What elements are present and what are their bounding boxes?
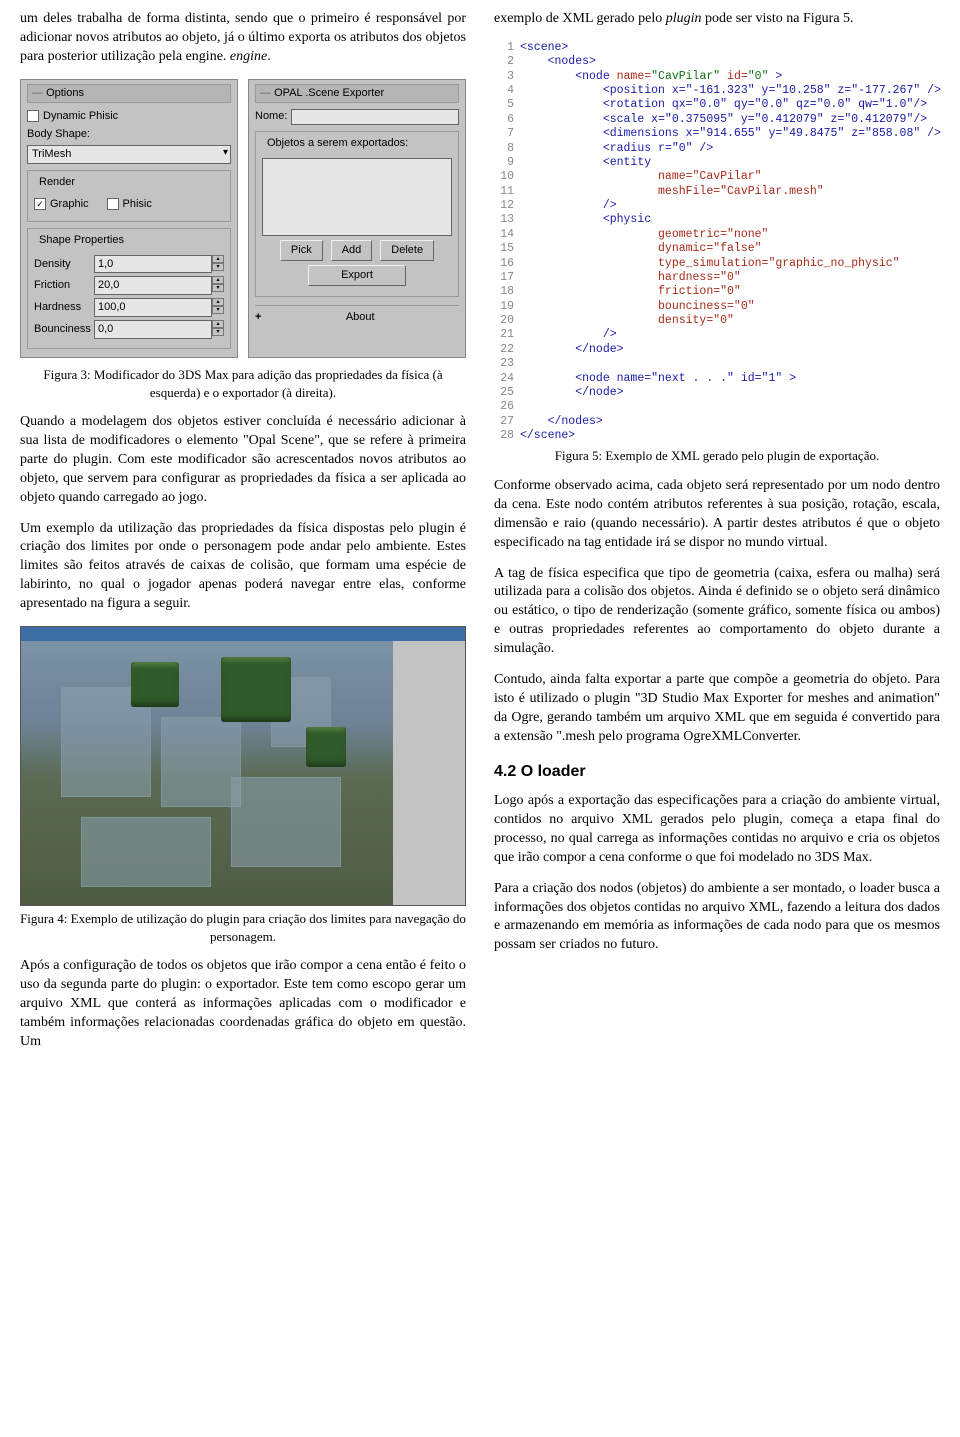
nome-label: Nome: bbox=[255, 109, 287, 124]
xml-listing: 1<scene> 2 <nodes> 3 <node name="CavPila… bbox=[494, 41, 940, 444]
fig3-caption: Figura 3: Modificador do 3DS Max para ad… bbox=[20, 366, 466, 401]
about-label: About bbox=[346, 311, 375, 323]
friction-up[interactable]: ▴ bbox=[212, 276, 224, 284]
para-loader2: Para a criação dos nodos (objetos) do am… bbox=[494, 880, 940, 956]
render-group-title: Render bbox=[36, 175, 78, 190]
para-geometria: Contudo, ainda falta exportar a parte qu… bbox=[494, 671, 940, 747]
para-intro: um deles trabalha de forma distinta, sen… bbox=[20, 10, 466, 67]
shapeprops-title: Shape Properties bbox=[36, 233, 127, 248]
friction-input[interactable]: 20,0 bbox=[94, 276, 212, 295]
pick-button[interactable]: Pick bbox=[280, 240, 323, 261]
options-panel: Options Dynamic Phisic Body Shape: TriMe… bbox=[20, 79, 238, 358]
expand-icon[interactable]: + bbox=[255, 310, 261, 325]
density-up[interactable]: ▴ bbox=[212, 255, 224, 263]
options-title: Options bbox=[27, 84, 231, 103]
objetos-label: Objetos a serem exportados: bbox=[264, 136, 411, 151]
bounciness-down[interactable]: ▾ bbox=[212, 328, 224, 336]
graphic-checkbox[interactable]: ✓ bbox=[34, 198, 46, 210]
fig3-panels: Options Dynamic Phisic Body Shape: TriMe… bbox=[20, 79, 466, 358]
friction-down[interactable]: ▾ bbox=[212, 284, 224, 292]
graphic-label: Graphic bbox=[50, 197, 89, 212]
density-label: Density bbox=[34, 257, 90, 272]
hardness-label: Hardness bbox=[34, 300, 90, 315]
fig4-caption: Figura 4: Exemplo de utilização do plugi… bbox=[20, 910, 466, 945]
para-config: Após a configuração de todos os objetos … bbox=[20, 957, 466, 1051]
dynamic-phisic-label: Dynamic Phisic bbox=[43, 109, 118, 124]
export-listbox[interactable] bbox=[262, 158, 452, 236]
bodyshape-label: Body Shape: bbox=[27, 127, 231, 142]
heading-loader: 4.2 O loader bbox=[494, 761, 940, 783]
para-loader1: Logo após a exportação das especificaçõe… bbox=[494, 792, 940, 868]
bounciness-up[interactable]: ▴ bbox=[212, 320, 224, 328]
density-down[interactable]: ▾ bbox=[212, 263, 224, 271]
bounciness-label: Bounciness bbox=[34, 322, 90, 337]
hardness-input[interactable]: 100,0 bbox=[94, 298, 212, 317]
phisic-checkbox[interactable] bbox=[107, 198, 119, 210]
add-button[interactable]: Add bbox=[331, 240, 373, 261]
nome-input[interactable] bbox=[291, 109, 459, 125]
exporter-title: OPAL .Scene Exporter bbox=[255, 84, 459, 103]
dynamic-phisic-checkbox[interactable] bbox=[27, 110, 39, 122]
para-xml-intro: exemplo de XML gerado pelo plugin pode s… bbox=[494, 10, 940, 29]
export-button[interactable]: Export bbox=[308, 265, 406, 286]
exporter-panel: OPAL .Scene Exporter Nome: Objetos a ser… bbox=[248, 79, 466, 358]
density-input[interactable]: 1,0 bbox=[94, 255, 212, 274]
delete-button[interactable]: Delete bbox=[380, 240, 434, 261]
para-modelagem: Quando a modelagem dos objetos estiver c… bbox=[20, 413, 466, 507]
hardness-down[interactable]: ▾ bbox=[212, 306, 224, 314]
hardness-up[interactable]: ▴ bbox=[212, 298, 224, 306]
friction-label: Friction bbox=[34, 278, 90, 293]
fig5-caption: Figura 5: Exemplo de XML gerado pelo plu… bbox=[494, 447, 940, 465]
fig4-screenshot bbox=[20, 626, 466, 906]
para-fisica-tag: A tag de física especifica que tipo de g… bbox=[494, 565, 940, 659]
para-nodo: Conforme observado acima, cada objeto se… bbox=[494, 477, 940, 553]
bodyshape-combo[interactable]: TriMesh bbox=[27, 145, 231, 164]
para-exemplo-fisica: Um exemplo da utilização das propriedade… bbox=[20, 520, 466, 614]
phisic-label: Phisic bbox=[123, 197, 152, 212]
bounciness-input[interactable]: 0,0 bbox=[94, 320, 212, 339]
